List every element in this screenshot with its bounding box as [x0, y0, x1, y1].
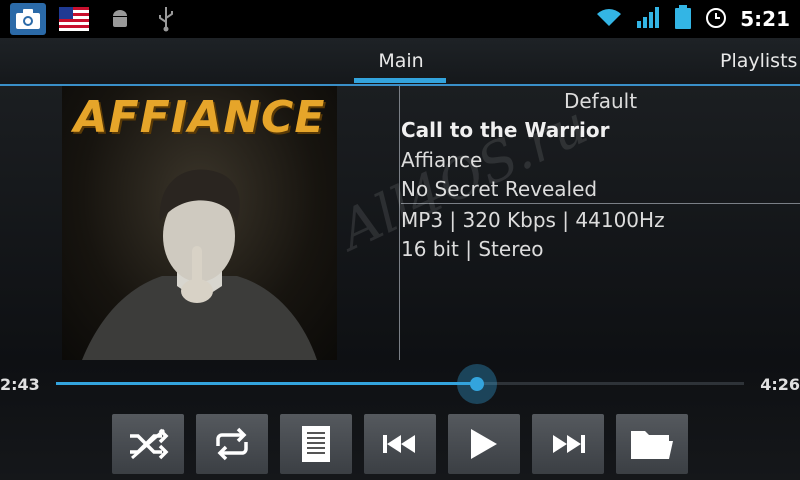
total-time: 4:26 [760, 375, 800, 394]
android-icon [102, 3, 138, 35]
tab-main[interactable]: Main [356, 50, 446, 72]
playlist-icon [302, 426, 330, 462]
playlist-name: Default [563, 89, 638, 113]
tab-main-indicator [354, 78, 446, 83]
alarm-icon [704, 5, 728, 33]
shuffle-button[interactable] [112, 414, 184, 474]
tab-bar: Main Playlists [0, 38, 800, 86]
folder-button[interactable] [616, 414, 688, 474]
shuffle-icon [130, 428, 169, 460]
status-bar: 5:21 [0, 0, 800, 38]
tab-playlists[interactable]: Playlists [720, 50, 797, 72]
playback-controls [112, 414, 688, 474]
camera-icon[interactable] [10, 3, 46, 35]
notification-icons [10, 3, 184, 35]
next-button[interactable] [532, 414, 604, 474]
battery-icon [674, 4, 692, 34]
album-art: AFFIANCE [62, 86, 337, 360]
system-icons: 5:21 [594, 0, 790, 38]
wifi-icon [594, 6, 624, 32]
previous-icon [383, 435, 415, 453]
track-title: Call to the Warrior [401, 118, 610, 142]
repeat-button[interactable] [196, 414, 268, 474]
us-flag-icon [56, 3, 92, 35]
usb-icon [148, 3, 184, 35]
clock: 5:21 [740, 7, 790, 31]
elapsed-time: 2:43 [0, 375, 40, 394]
previous-button[interactable] [364, 414, 436, 474]
seek-bar[interactable] [56, 382, 744, 385]
playlist-button[interactable] [280, 414, 352, 474]
repeat-icon [216, 427, 248, 461]
next-icon [553, 435, 585, 453]
play-button[interactable] [448, 414, 520, 474]
track-bits: 16 bit | Stereo [401, 237, 544, 261]
play-icon [471, 429, 497, 459]
seek-knob[interactable] [457, 364, 498, 404]
signal-icon [636, 5, 662, 33]
folder-icon [631, 431, 673, 459]
seek-bar-fill [56, 382, 478, 385]
